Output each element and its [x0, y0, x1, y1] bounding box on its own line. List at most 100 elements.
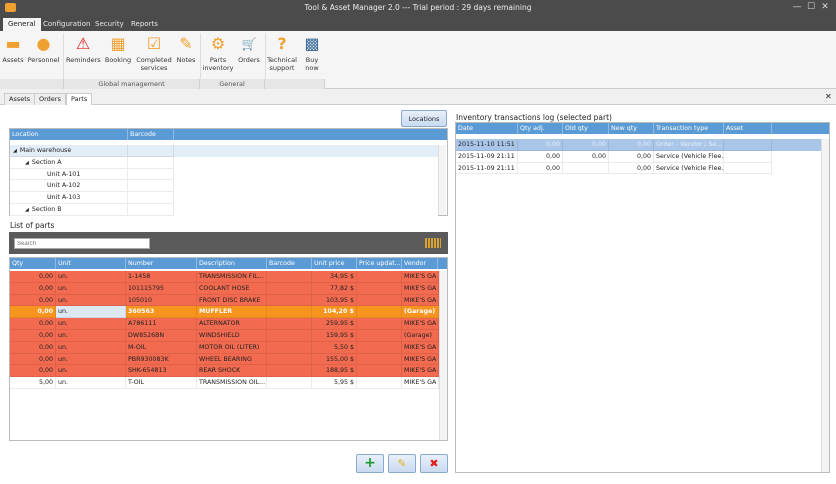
column-price-updated[interactable]: Price updat...	[357, 258, 402, 269]
cell-desc: TRANSMISSION OIL...	[197, 377, 267, 389]
tree-node-barcode	[128, 203, 174, 216]
maximize-button[interactable]: ☐	[804, 2, 818, 12]
column-location[interactable]: Location	[10, 129, 128, 140]
label: Personnel	[27, 56, 60, 64]
reminders-button[interactable]: ⚠ Reminders	[66, 33, 101, 65]
column-number[interactable]: Number	[126, 258, 197, 269]
label: Notes	[176, 56, 196, 64]
buy-now-button[interactable]: ▩ Buy now	[300, 33, 324, 73]
orders-button[interactable]: 🛒 Orders	[236, 33, 262, 64]
column-vendor[interactable]: Vendor	[402, 258, 438, 269]
tree-node[interactable]: Unit A-103	[10, 192, 438, 204]
title-bar: Tool & Asset Manager 2.0 --- Trial perio…	[0, 0, 836, 16]
tree-node[interactable]: Unit A-102	[10, 180, 438, 193]
location-tree-rows: ◢ Main warehouse ◢ Section A Unit A-101 Unit …	[10, 145, 438, 216]
cell-qty: 0,00	[10, 329, 56, 342]
personnel-button[interactable]: ● Personnel	[27, 33, 60, 65]
completed-services-button[interactable]: ☑ Completed services	[135, 33, 173, 73]
part-row[interactable]: 0,00 un. 360563 MUFFLER 104,20 $ (Garage)	[10, 306, 439, 319]
column-unit[interactable]: Unit	[56, 258, 126, 269]
assets-button[interactable]: ▬ Assets	[2, 33, 24, 65]
cell-unit: un.	[56, 271, 126, 283]
column-description[interactable]: Description	[197, 258, 267, 269]
cell-old: 0,00	[563, 139, 609, 151]
part-row[interactable]: 0,00 un. PBR930083K WHEEL BEARING 155,00 $ MI…	[10, 353, 439, 366]
tree-node[interactable]: ◢ Main warehouse	[10, 145, 438, 157]
tree-node[interactable]: Unit A-101	[10, 168, 438, 181]
column-old-qty[interactable]: Old qty	[563, 123, 609, 134]
transaction-row[interactable]: 2015-11-09 21:11 0,00 0,00 0,00 Service (Veh…	[456, 150, 821, 163]
expand-arrow-icon[interactable]: ◢	[25, 207, 29, 213]
cell-qty: 0,00	[10, 294, 56, 307]
part-row[interactable]: 0,00 un. DW8526BN WINDSHIELD 159,95 $ (Garage…	[10, 329, 439, 342]
column-barcode[interactable]: Barcode	[267, 258, 312, 269]
ribbon-tab-reports[interactable]: Reports	[126, 18, 163, 31]
tree-scrollbar[interactable]	[438, 145, 446, 215]
column-barcode[interactable]: Barcode	[128, 129, 174, 140]
column-qty-adj[interactable]: Qty adj.	[518, 123, 563, 134]
tree-node[interactable]: ◢ Section A	[10, 156, 438, 169]
cell-qty: 0,00	[10, 306, 56, 319]
column-unit-price[interactable]: Unit price	[312, 258, 357, 269]
tab-orders[interactable]: Orders	[34, 93, 66, 105]
part-row[interactable]: 0,00 un. 1-1458 TRANSMISSION FIL... 34,95 $ M…	[10, 271, 439, 283]
transactions-header: Date Qty adj. Old qty New qty Transactio…	[456, 123, 829, 134]
cell-updated	[357, 318, 402, 330]
transactions-scrollbar[interactable]	[821, 139, 829, 472]
notes-button[interactable]: ✎ Notes	[175, 33, 197, 65]
delete-part-button[interactable]: ✖	[420, 454, 448, 473]
cell-barcode	[267, 341, 312, 354]
edit-part-button[interactable]: ✎	[388, 454, 416, 473]
cell-new: 0,00	[609, 162, 654, 175]
close-tab-button[interactable]: ✕	[825, 92, 832, 101]
part-row[interactable]: 0,00 un. A786111 ALTERNATOR 259,95 $ MIKE'S G…	[10, 318, 439, 330]
technical-support-button[interactable]: ? Technical support	[266, 33, 298, 73]
label: Parts inventory	[202, 56, 234, 72]
locations-button[interactable]: Locations	[401, 110, 447, 127]
cell-number: 101115795	[126, 282, 197, 295]
label: Orders	[238, 56, 260, 64]
column-transaction-type[interactable]: Transaction type	[654, 123, 724, 134]
part-row[interactable]: 0,00 un. 105010 FRONT DISC BRAKE 103,95 $ MIK…	[10, 294, 439, 307]
tree-node[interactable]: ◢ Section B	[10, 203, 438, 216]
expand-arrow-icon[interactable]: ◢	[25, 160, 29, 166]
tab-parts[interactable]: Parts	[66, 93, 93, 105]
transaction-row[interactable]: 2015-11-10 11:51 0,00 0,00 0,00 Order - Vend…	[456, 139, 821, 151]
close-button[interactable]: ✕	[818, 2, 832, 12]
transaction-row[interactable]: 2015-11-09 21:11 0,00 0,00 Service (Vehicle…	[456, 162, 821, 175]
cell-barcode	[267, 318, 312, 330]
booking-button[interactable]: ▦ Booking	[103, 33, 133, 65]
ribbon-tab-configuration[interactable]: Configuration	[38, 18, 95, 31]
part-row[interactable]: 0,00 un. M-OIL MOTOR OIL (LITER) 5,50 $ MIKE'…	[10, 341, 439, 354]
search-input[interactable]	[14, 238, 150, 249]
column-new-qty[interactable]: New qty	[609, 123, 654, 134]
column-asset[interactable]: Asset	[724, 123, 772, 134]
tab-assets[interactable]: Assets	[4, 93, 36, 105]
parts-toolbar	[9, 232, 448, 254]
column-qty[interactable]: Qty	[10, 258, 56, 269]
add-part-button[interactable]: +	[356, 454, 384, 473]
cell-asset	[724, 139, 772, 151]
minimize-button[interactable]: —	[790, 2, 804, 12]
expand-arrow-icon[interactable]: ◢	[13, 148, 17, 154]
cell-price: 188,95 $	[312, 365, 357, 378]
part-row[interactable]: 5,00 un. T-OIL TRANSMISSION OIL... 5,95 $ MIK…	[10, 377, 439, 389]
tree-node-barcode	[128, 145, 174, 157]
cell-price: 77,82 $	[312, 282, 357, 295]
cell-vendor: MIKE'S GA	[402, 353, 439, 366]
ribbon-tab-security[interactable]: Security	[90, 18, 129, 31]
tree-node-label: Unit A-103	[47, 194, 81, 202]
cell-unit: un.	[56, 318, 126, 330]
part-row[interactable]: 0,00 un. 101115795 COOLANT HOSE 77,82 $ MIKE'…	[10, 282, 439, 295]
cell-vendor: (Garage)	[402, 306, 439, 319]
cell-number: 360563	[126, 306, 197, 319]
tree-node-barcode	[128, 168, 174, 181]
parts-scrollbar[interactable]	[439, 271, 447, 440]
barcode-icon[interactable]	[425, 238, 441, 248]
ribbon-tab-general[interactable]: General	[3, 18, 41, 31]
part-row[interactable]: 0,00 un. SHK-654813 REAR SHOCK 188,95 $ MIKE'…	[10, 365, 439, 378]
cell-old: 0,00	[563, 150, 609, 163]
parts-inventory-button[interactable]: ⚙ Parts inventory	[202, 33, 234, 73]
column-date[interactable]: Date	[456, 123, 518, 134]
cell-old	[563, 162, 609, 175]
